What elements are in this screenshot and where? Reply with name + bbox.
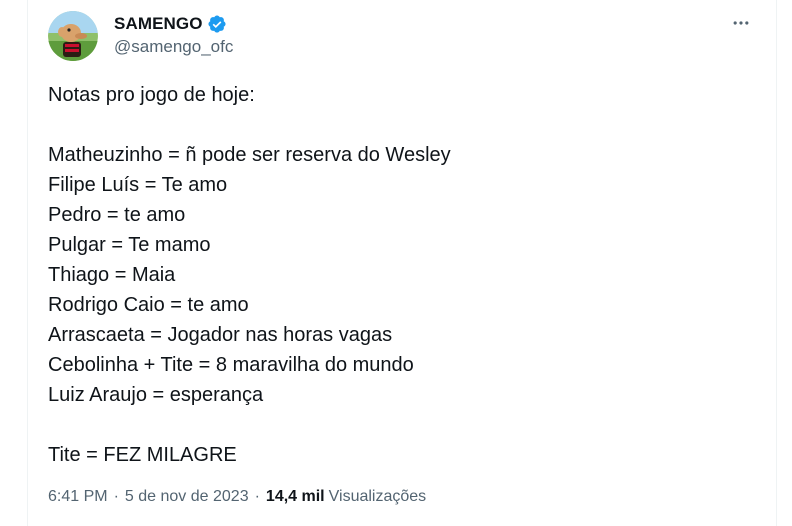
tweet-line: Pulgar = Te mamo	[48, 234, 211, 256]
verified-badge-icon	[207, 14, 227, 34]
tweet-line: Pedro = te amo	[48, 204, 186, 226]
tweet-card: SAMENGO @samengo_ofc Notas pro jogo de h…	[27, 0, 777, 526]
tweet-line: Thiago = Maia	[48, 264, 176, 286]
tweet-line	[48, 410, 748, 440]
tweet-line: Luiz Araujo = esperança	[48, 384, 264, 406]
tweet-line: Cebolinha + Tite = 8 maravilha do mundo	[48, 354, 414, 376]
tweet-line: Rodrigo Caio = te amo	[48, 294, 249, 316]
tweet-line: Matheuzinho = ñ pode ser reserva do Wesl…	[48, 144, 451, 166]
more-options-button[interactable]	[728, 10, 754, 36]
tweet-text: Notas pro jogo de hoje: Matheuzinho = ñ …	[48, 80, 748, 470]
more-horizontal-icon	[733, 21, 749, 25]
tweet-line	[48, 110, 748, 140]
views-label: Visualizações	[328, 488, 427, 505]
author-handle[interactable]: @samengo_ofc	[114, 37, 233, 57]
tweet-meta: 6:41 PM · 5 de nov de 2023 · 14,4 mil Vi…	[48, 488, 426, 506]
tweet-line: Tite = FEZ MILAGRE	[48, 444, 237, 466]
author-name-row: SAMENGO	[114, 13, 227, 35]
tweet-line: Notas pro jogo de hoje:	[48, 84, 255, 106]
author-display-name[interactable]: SAMENGO	[114, 14, 203, 34]
tweet-line: Filipe Luís = Te amo	[48, 174, 228, 196]
meta-separator: ·	[254, 488, 260, 505]
tweet-date[interactable]: 5 de nov de 2023	[125, 488, 249, 506]
tweet-time[interactable]: 6:41 PM	[48, 488, 108, 506]
meta-separator: ·	[113, 488, 119, 505]
avatar[interactable]	[48, 11, 98, 61]
tweet-line: Arrascaeta = Jogador nas horas vagas	[48, 324, 393, 346]
views-count[interactable]: 14,4 mil	[266, 488, 325, 506]
